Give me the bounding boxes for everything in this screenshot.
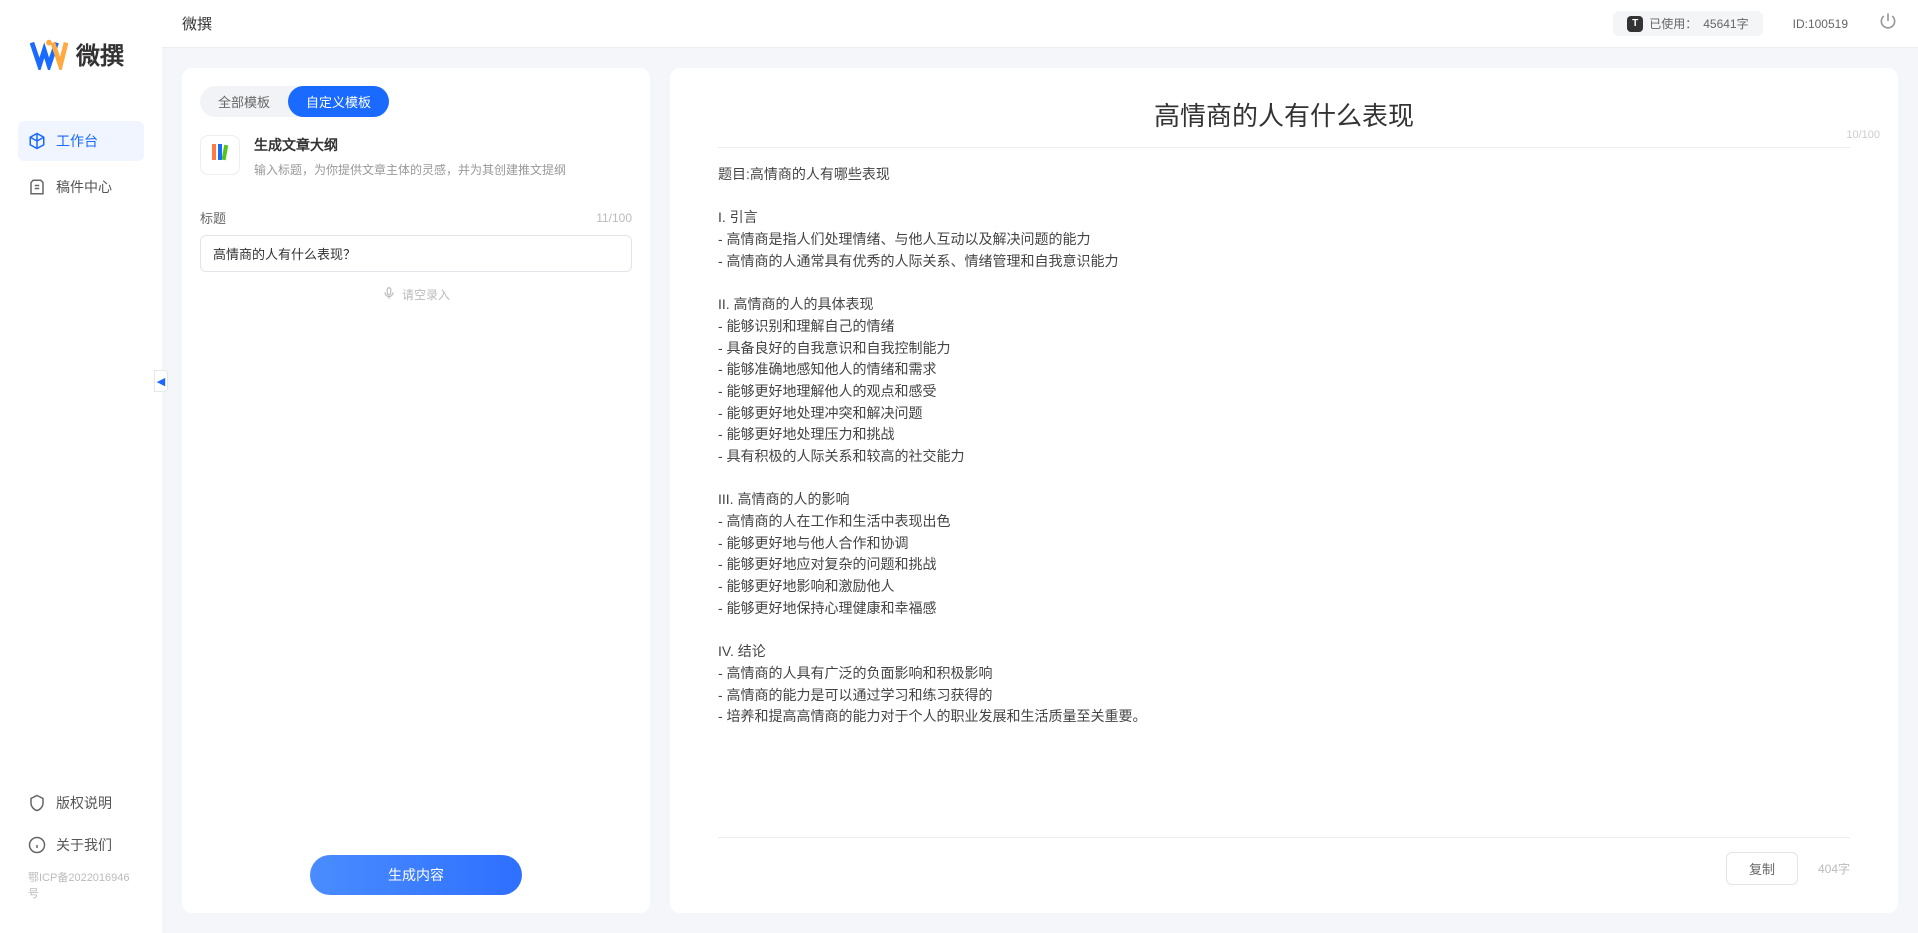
sidebar-item-workbench[interactable]: 工作台 xyxy=(18,121,144,161)
usage-value: 45641字 xyxy=(1703,15,1748,32)
title-label: 标题 xyxy=(200,208,226,227)
top-bar: 微撰 T 已使用： 45641字 ID:100519 xyxy=(162,0,1918,48)
nav-label: 稿件中心 xyxy=(56,177,112,197)
user-id: ID:100519 xyxy=(1793,17,1848,31)
brand-logo-icon xyxy=(30,38,68,70)
brand-logo-text: 微撰 xyxy=(76,36,124,71)
template-tabs: 全部模板 自定义模板 xyxy=(200,86,389,117)
mic-icon xyxy=(382,286,396,303)
output-panel: 高情商的人有什么表现 10/100 题目:高情商的人有哪些表现 I. 引言 - … xyxy=(670,68,1898,913)
output-body[interactable]: 题目:高情商的人有哪些表现 I. 引言 - 高情商是指人们处理情绪、与他人互动以… xyxy=(718,164,1850,823)
sidebar-item-about[interactable]: 关于我们 xyxy=(18,827,144,863)
main-area: 全部模板 自定义模板 生成文章大纲 输入标题，为你提供文章主体的灵感，并为其创建… xyxy=(162,48,1918,933)
title-input[interactable] xyxy=(200,235,632,272)
top-right: T 已使用： 45641字 ID:100519 xyxy=(1613,11,1898,36)
footer-label: 版权说明 xyxy=(56,793,112,813)
usage-badge[interactable]: T 已使用： 45641字 xyxy=(1613,11,1762,36)
nav-menu: 工作台 稿件中心 xyxy=(0,121,162,207)
output-header: 高情商的人有什么表现 10/100 xyxy=(718,96,1850,148)
template-info: 生成文章大纲 输入标题，为你提供文章主体的灵感，并为其创建推文提纲 xyxy=(254,135,632,178)
voice-hint[interactable]: 请空录入 xyxy=(200,286,632,303)
template-name: 生成文章大纲 xyxy=(254,135,632,155)
output-title-counter: 10/100 xyxy=(1846,129,1880,141)
page-title: 微撰 xyxy=(182,13,212,34)
sidebar-item-copyright[interactable]: 版权说明 xyxy=(18,785,144,821)
output-footer: 复制 404字 xyxy=(718,837,1850,885)
info-icon xyxy=(28,836,46,854)
word-count: 404字 xyxy=(1818,860,1850,877)
input-panel: 全部模板 自定义模板 生成文章大纲 输入标题，为你提供文章主体的灵感，并为其创建… xyxy=(182,68,650,913)
sidebar-item-drafts[interactable]: 稿件中心 xyxy=(18,167,144,207)
voice-hint-text: 请空录入 xyxy=(402,286,450,303)
usage-label: 已使用： xyxy=(1649,15,1697,32)
shield-icon xyxy=(28,794,46,812)
output-title: 高情商的人有什么表现 xyxy=(718,96,1850,133)
books-icon xyxy=(208,140,232,170)
tab-all-templates[interactable]: 全部模板 xyxy=(200,86,288,117)
template-desc: 输入标题，为你提供文章主体的灵感，并为其创建推文提纲 xyxy=(254,161,632,178)
title-char-count: 11/100 xyxy=(596,211,632,225)
field-header: 标题 11/100 xyxy=(200,208,632,227)
sidebar: 微撰 工作台 稿件中心 xyxy=(0,0,162,933)
generate-wrap: 生成内容 xyxy=(200,841,632,895)
cube-icon xyxy=(28,132,46,150)
template-icon xyxy=(200,135,240,175)
document-icon xyxy=(28,178,46,196)
footer-label: 关于我们 xyxy=(56,835,112,855)
generate-button[interactable]: 生成内容 xyxy=(310,855,522,895)
brand-logo[interactable]: 微撰 xyxy=(0,36,162,71)
power-button[interactable] xyxy=(1878,11,1898,36)
copy-button[interactable]: 复制 xyxy=(1726,852,1798,885)
nav-label: 工作台 xyxy=(56,131,98,151)
template-card: 生成文章大纲 输入标题，为你提供文章主体的灵感，并为其创建推文提纲 xyxy=(200,135,632,178)
icp-text: 鄂ICP备2022016946号 xyxy=(18,869,144,901)
tab-custom-templates[interactable]: 自定义模板 xyxy=(288,86,389,117)
text-icon: T xyxy=(1627,16,1643,32)
sidebar-footer: 版权说明 关于我们 鄂ICP备2022016946号 xyxy=(0,785,162,901)
